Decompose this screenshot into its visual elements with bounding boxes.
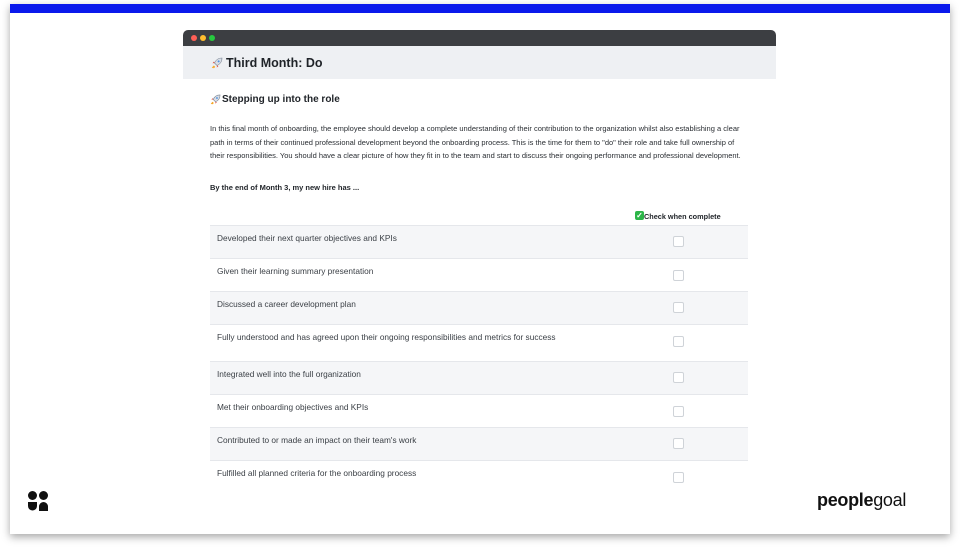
- checklist-row: Contributed to or made an impact on thei…: [210, 426, 748, 460]
- page-title: Third Month: Do: [226, 55, 323, 70]
- checklist-row: Given their learning summary presentatio…: [210, 257, 748, 291]
- checklist-item-label: Fulfilled all planned criteria for the o…: [217, 467, 417, 478]
- maximize-window-icon[interactable]: [209, 35, 215, 41]
- rocket-icon: [210, 94, 221, 105]
- checklist-checkbox[interactable]: [673, 405, 684, 417]
- minimize-window-icon[interactable]: [200, 35, 206, 41]
- checklist-row: Fulfilled all planned criteria for the o…: [210, 459, 748, 491]
- checklist-item-label: Contributed to or made an impact on thei…: [217, 434, 417, 445]
- checklist-item-label: Discussed a career development plan: [217, 298, 356, 309]
- checklist-row: Discussed a career development plan: [210, 290, 748, 324]
- checklist-checkbox[interactable]: [673, 301, 684, 313]
- checklist-column-header: ✓ Check when complete: [210, 209, 748, 225]
- checklist-subheading: By the end of Month 3, my new hire has .…: [210, 182, 360, 192]
- checklist-row: Fully understood and has agreed upon the…: [210, 323, 748, 361]
- checklist-row: Met their onboarding objectives and KPIs: [210, 393, 748, 427]
- intro-paragraph: In this final month of onboarding, the e…: [210, 124, 741, 161]
- checklist-table: ✓ Check when complete Developed their ne…: [210, 209, 748, 491]
- slide: Third Month: Do Stepping up into the rol…: [10, 4, 950, 534]
- checklist-item-label: Developed their next quarter objectives …: [217, 232, 397, 243]
- wordmark-light: goal: [873, 490, 907, 510]
- document-content: Stepping up into the role In this final …: [183, 94, 776, 491]
- peoplegoal-wordmark: peoplegoal: [817, 490, 906, 511]
- checklist-checkbox[interactable]: [673, 471, 684, 483]
- check-column-label: Check when complete: [644, 211, 721, 221]
- wordmark-bold: people: [817, 490, 874, 510]
- peoplegoal-symbol-icon: [28, 491, 48, 511]
- checklist-row: Integrated well into the full organizati…: [210, 360, 748, 394]
- document-window: Third Month: Do Stepping up into the rol…: [183, 30, 776, 510]
- check-mark-icon: ✓: [635, 210, 644, 220]
- close-window-icon[interactable]: [191, 35, 197, 41]
- rocket-icon: [211, 57, 223, 68]
- checklist-item-label: Fully understood and has agreed upon the…: [217, 331, 556, 342]
- section-heading-text: Stepping up into the role: [222, 94, 340, 105]
- window-titlebar: [183, 30, 776, 46]
- checklist-item-label: Given their learning summary presentatio…: [217, 265, 374, 276]
- checklist-row: Developed their next quarter objectives …: [210, 224, 748, 258]
- section-heading: Stepping up into the role: [210, 94, 748, 105]
- checklist-checkbox[interactable]: [673, 269, 684, 281]
- checklist-checkbox[interactable]: [673, 335, 684, 347]
- checklist-item-label: Met their onboarding objectives and KPIs: [217, 401, 369, 412]
- top-accent-bar: [10, 4, 950, 13]
- checklist-item-label: Integrated well into the full organizati…: [217, 368, 361, 379]
- page-header: Third Month: Do: [183, 46, 776, 79]
- checklist-checkbox[interactable]: [673, 235, 684, 247]
- checklist-checkbox[interactable]: [673, 437, 684, 449]
- checklist-checkbox[interactable]: [673, 371, 684, 383]
